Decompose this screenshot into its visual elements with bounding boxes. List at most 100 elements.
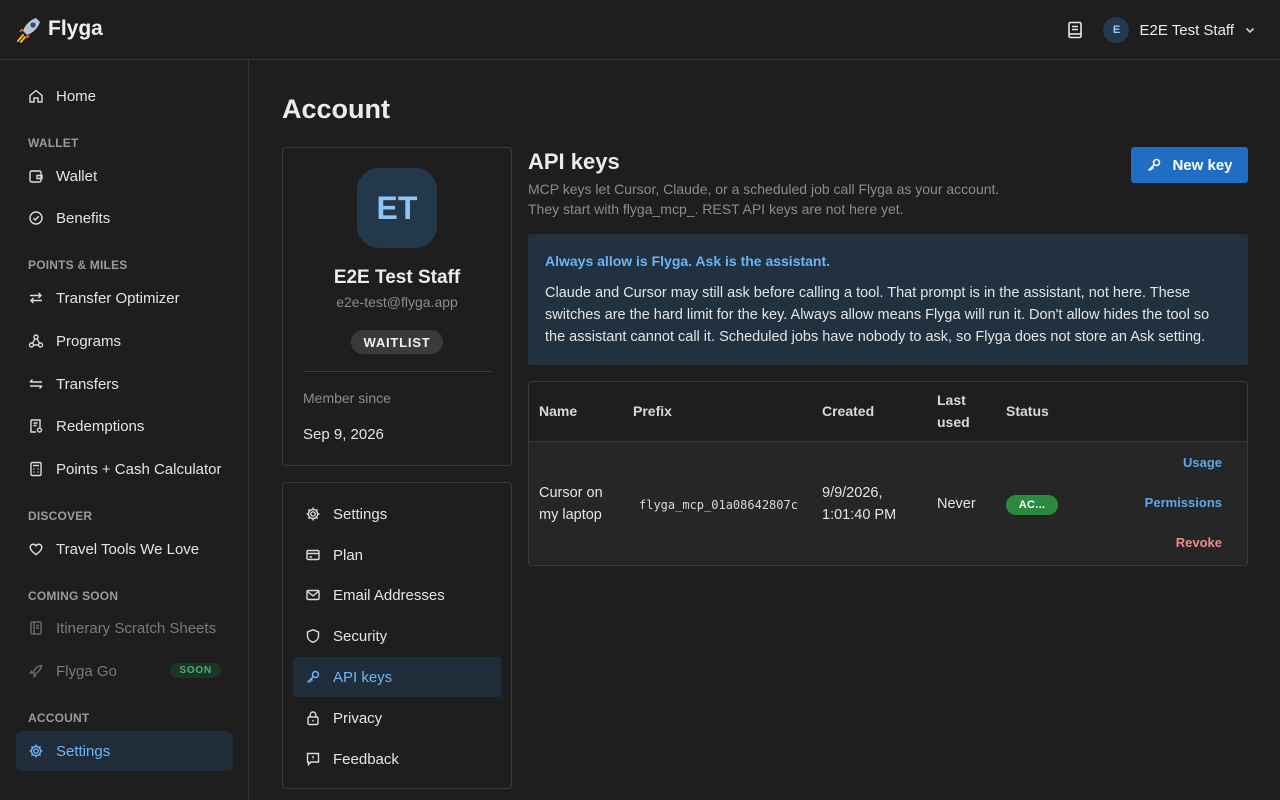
notebook-icon <box>28 620 44 636</box>
settings-nav-label: Settings <box>333 505 388 523</box>
new-key-label: New key <box>1172 156 1233 174</box>
sidebar-item-transfers[interactable]: Transfers <box>16 364 233 404</box>
column-header-name: Name <box>539 403 578 419</box>
sidebar-item-points-cash-calculator[interactable]: Points + Cash Calculator <box>16 449 233 489</box>
cell-name: Cursor on my laptop <box>539 482 603 526</box>
sidebar-item-home[interactable]: Home <box>16 76 233 116</box>
heart-icon <box>28 541 44 557</box>
sidebar-item-travel-tools[interactable]: Travel Tools We Love <box>16 529 233 569</box>
settings-nav-feedback[interactable]: Feedback <box>293 739 501 779</box>
new-key-button[interactable]: New key <box>1131 147 1248 183</box>
sidebar-item-label: Redemptions <box>56 417 145 435</box>
section-label-coming-soon: COMING SOON <box>28 589 119 603</box>
receipt-icon <box>28 418 44 434</box>
section-label-discover: DISCOVER <box>28 509 93 523</box>
info-title: Always allow is Flyga. Ask is the assist… <box>545 253 831 269</box>
section-label-account: ACCOUNT <box>28 711 90 725</box>
soon-badge: SOON <box>170 663 221 678</box>
gear-icon <box>28 743 44 759</box>
info-body: Claude and Cursor may still ask before c… <box>545 285 1210 345</box>
book-icon <box>1067 21 1083 39</box>
status-badge: AC... <box>1006 495 1058 515</box>
cell-line: my laptop <box>539 507 602 523</box>
lock-icon <box>305 710 321 726</box>
sidebar-item-label: Settings <box>56 742 111 760</box>
settings-nav-label: Security <box>333 627 388 645</box>
profile-name: E2E Test Staff <box>333 267 461 288</box>
sidebar-item-label: Transfer Optimizer <box>56 289 180 307</box>
brand-logo[interactable]: Flyga <box>16 15 103 43</box>
sidebar-item-redemptions[interactable]: Redemptions <box>16 406 233 446</box>
cell-last-used: Never <box>937 496 976 512</box>
settings-nav-label: Email Addresses <box>333 586 445 604</box>
profile-email: e2e-test@flyga.app <box>336 294 458 310</box>
usage-link[interactable]: Usage <box>1183 455 1222 470</box>
sidebar-item-label: Travel Tools We Love <box>56 540 200 558</box>
settings-nav-api-keys[interactable]: API keys <box>293 657 501 697</box>
sidebar-item-label: Points + Cash Calculator <box>56 460 222 478</box>
check-circle-icon <box>28 210 44 226</box>
avatar: ET <box>357 168 437 248</box>
header-line: used <box>937 414 970 430</box>
arrows-right-left-icon <box>28 376 44 392</box>
sidebar-item-label: Home <box>56 87 97 105</box>
revoke-link[interactable]: Revoke <box>1176 535 1222 550</box>
shield-icon <box>305 628 321 644</box>
section-description: MCP keys let Cursor, Claude, or a schedu… <box>528 179 1068 219</box>
permissions-link[interactable]: Permissions <box>1145 495 1222 510</box>
gear-icon <box>305 506 321 522</box>
settings-nav-plan[interactable]: Plan <box>293 535 501 575</box>
settings-nav-settings[interactable]: Settings <box>293 494 501 534</box>
cell-line: Cursor on <box>539 485 603 501</box>
sidebar-item-transfer-optimizer[interactable]: Transfer Optimizer <box>16 278 233 318</box>
column-header-status: Status <box>1006 403 1049 419</box>
settings-nav: Settings Plan Email Addresses Security A… <box>282 482 512 789</box>
settings-nav-security[interactable]: Security <box>293 616 501 656</box>
sidebar-item-benefits[interactable]: Benefits <box>16 198 233 238</box>
arrows-swap-icon <box>28 290 44 306</box>
sidebar-item-wallet[interactable]: Wallet <box>16 156 233 196</box>
sidebar-item-label: Transfers <box>56 375 119 393</box>
table-header: Name Prefix Created Last used Status <box>529 382 1247 442</box>
sidebar-item-flyga-go[interactable]: Flyga Go SOON <box>16 651 233 691</box>
member-since-label: Member since <box>303 390 391 406</box>
table-row: Cursor on my laptop flyga_mcp_01a0864280… <box>529 442 1247 565</box>
column-header-prefix: Prefix <box>633 403 672 419</box>
docs-button[interactable] <box>1061 16 1089 44</box>
settings-nav-label: Plan <box>333 546 364 564</box>
brand-name: Flyga <box>48 17 103 40</box>
column-header-created: Created <box>822 403 875 419</box>
header-line: Last <box>937 392 966 408</box>
page-title: Account <box>282 94 390 124</box>
wallet-icon <box>28 168 44 184</box>
section-label-points-miles: POINTS & MILES <box>28 258 128 272</box>
settings-nav-label: Privacy <box>333 709 383 727</box>
column-header-last-used: Last used <box>937 389 970 433</box>
profile-card: ET E2E Test Staff e2e-test@flyga.app WAI… <box>282 147 512 466</box>
sidebar-item-label: Flyga Go <box>56 662 117 680</box>
mail-icon <box>305 587 321 603</box>
top-bar: Flyga E E2E Test Staff <box>0 0 1280 60</box>
section-title: API keys <box>528 149 620 174</box>
credit-card-icon <box>305 547 321 563</box>
settings-nav-email-addresses[interactable]: Email Addresses <box>293 575 501 615</box>
user-name: E2E Test Staff <box>1139 21 1234 39</box>
home-icon <box>28 88 44 104</box>
sidebar-item-itinerary-scratch-sheets[interactable]: Itinerary Scratch Sheets <box>16 608 233 648</box>
sidebar-item-label: Benefits <box>56 209 111 227</box>
sidebar-item-settings[interactable]: Settings <box>16 731 233 771</box>
sidebar: Home WALLET Wallet Benefits POINTS & MIL… <box>0 60 249 800</box>
status-badge: WAITLIST <box>351 330 443 354</box>
settings-nav-privacy[interactable]: Privacy <box>293 698 501 738</box>
key-icon <box>1146 157 1162 173</box>
sidebar-item-label: Itinerary Scratch Sheets <box>56 619 217 637</box>
user-menu[interactable]: E E2E Test Staff <box>1103 17 1256 43</box>
description-line: MCP keys let Cursor, Claude, or a schedu… <box>528 181 1000 197</box>
cell-line: 1:01:40 PM <box>822 507 897 523</box>
chevron-down-icon <box>1244 24 1256 36</box>
cell-created: 9/9/2026, 1:01:40 PM <box>822 482 896 526</box>
sidebar-item-label: Programs <box>56 332 122 350</box>
api-keys-table: Name Prefix Created Last used Status Cur… <box>528 381 1248 566</box>
sidebar-item-programs[interactable]: Programs <box>16 321 233 361</box>
key-icon <box>305 669 321 685</box>
